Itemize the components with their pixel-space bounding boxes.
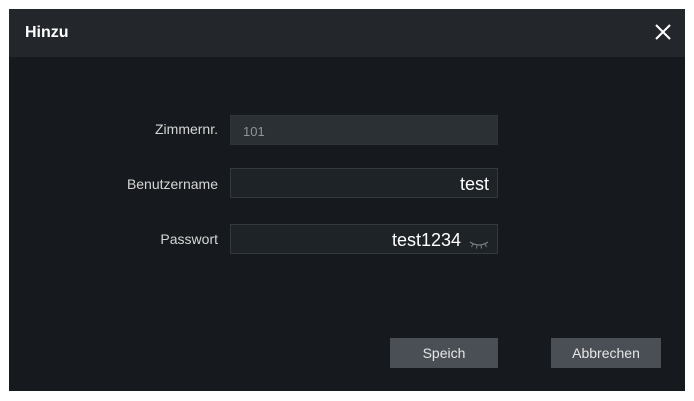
room-number-field: 101 — [230, 115, 498, 145]
close-icon[interactable] — [653, 22, 673, 42]
username-value: test — [459, 174, 489, 194]
eye-closed-icon[interactable] — [469, 236, 489, 249]
cancel-button[interactable]: Abbrechen — [551, 338, 661, 368]
password-value: test1234 — [391, 230, 461, 250]
username-label: Benutzername — [126, 176, 218, 192]
add-user-dialog: Hinzu Zimmernr. 101 Benutzername test Pa… — [9, 9, 685, 391]
save-button[interactable]: Speich — [390, 338, 498, 368]
room-number-label: Zimmernr. — [155, 121, 218, 137]
password-field[interactable]: test1234 — [230, 224, 498, 254]
password-label: Passwort — [160, 231, 218, 247]
dialog-titlebar: Hinzu — [9, 9, 685, 57]
username-field[interactable]: test — [230, 168, 498, 198]
room-number-value: 101 — [243, 124, 265, 139]
dialog-title: Hinzu — [25, 24, 69, 41]
